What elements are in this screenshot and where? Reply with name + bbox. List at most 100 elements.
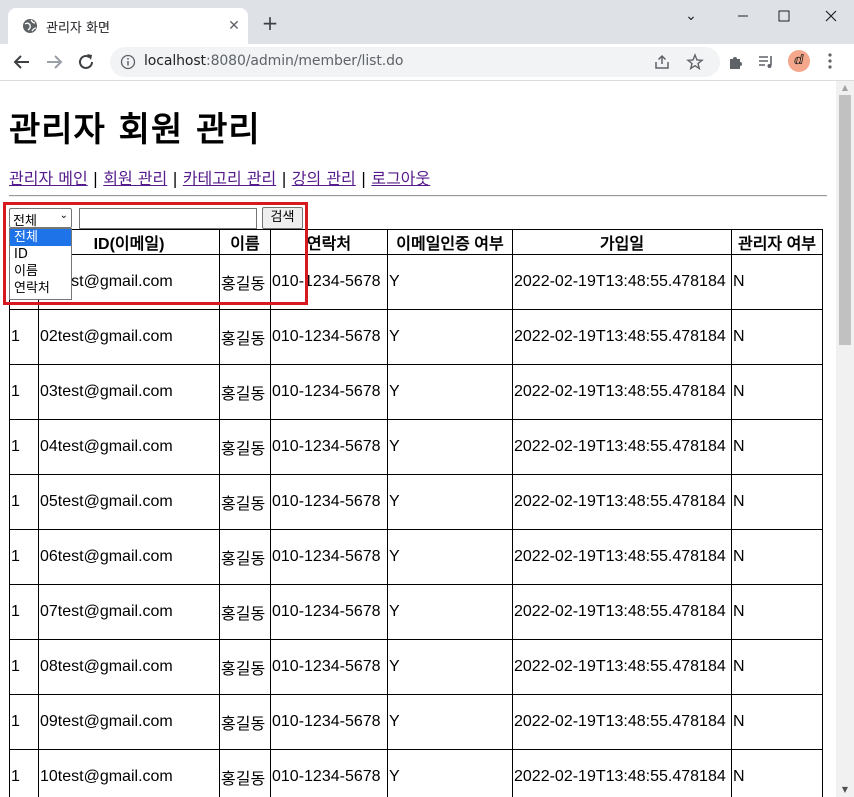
tab-search-icon[interactable]: ⌄ xyxy=(676,6,706,26)
column-header-join-date: 가입일 xyxy=(512,229,732,255)
scroll-up-arrow-icon[interactable]: ▲ xyxy=(836,81,854,95)
close-tab-icon[interactable]: ✕ xyxy=(226,18,242,34)
cell-email-verified: Y xyxy=(387,419,513,475)
divider xyxy=(9,195,827,197)
cell-join-date: 2022-02-19T13:48:55.478184 xyxy=(512,749,732,797)
cell-email-verified: Y xyxy=(387,694,513,750)
cell-email: 05test@gmail.com xyxy=(38,474,220,530)
bookmark-star-icon[interactable] xyxy=(686,53,704,71)
tab-title: 관리자 화면 xyxy=(46,21,110,36)
scrollbar-thumb[interactable] xyxy=(839,95,851,345)
cell-email-verified: Y xyxy=(387,749,513,797)
cell-no: 1 xyxy=(9,639,39,695)
table-row: 01test@gmail.com 홍길동 010-1234-5678 Y 2022-02… xyxy=(9,254,823,310)
cell-no: 1 xyxy=(9,694,39,750)
cell-email: 10test@gmail.com xyxy=(38,749,220,797)
info-icon[interactable] xyxy=(120,54,136,70)
cell-join-date: 2022-02-19T13:48:55.478184 xyxy=(512,529,732,585)
search-input[interactable] xyxy=(79,208,257,229)
cell-join-date: 2022-02-19T13:48:55.478184 xyxy=(512,694,732,750)
table-row: 1 06test@gmail.com 홍길동 010-1234-5678 Y 2022-0… xyxy=(9,529,823,585)
column-header-admin: 관리자 여부 xyxy=(731,229,823,255)
cell-admin: N xyxy=(731,584,823,640)
cell-phone: 010-1234-5678 xyxy=(270,474,388,530)
search-type-value: 전체 xyxy=(13,214,37,229)
nav-link-admin-main[interactable]: 관리자 메인 xyxy=(9,169,88,188)
globe-icon xyxy=(23,19,37,33)
nav-link-member-management[interactable]: 회원 관리 xyxy=(103,169,167,188)
cell-email: 04test@gmail.com xyxy=(38,419,220,475)
address-bar[interactable]: localhost:8080/admin/member/list.do xyxy=(110,47,720,77)
cell-admin: N xyxy=(731,419,823,475)
page-title: 관리자 회원 관리 xyxy=(9,110,261,150)
table-row: 1 07test@gmail.com 홍길동 010-1234-5678 Y 2022-0… xyxy=(9,584,823,640)
share-icon[interactable] xyxy=(653,53,671,71)
cell-email-verified: Y xyxy=(387,584,513,640)
search-button[interactable]: 검색 xyxy=(262,207,303,229)
close-window-icon[interactable] xyxy=(816,8,846,24)
table-row: 1 09test@gmail.com 홍길동 010-1234-5678 Y 2022-0… xyxy=(9,694,823,750)
dropdown-option-all[interactable]: 전체 xyxy=(10,229,71,246)
admin-nav: 관리자 메인 | 회원 관리 | 카테고리 관리 | 강의 관리 | 로그아웃 xyxy=(9,165,430,189)
cell-email: 07test@gmail.com xyxy=(38,584,220,640)
kebab-menu-icon[interactable] xyxy=(822,50,838,72)
nav-link-logout[interactable]: 로그아웃 xyxy=(371,169,430,188)
cell-admin: N xyxy=(731,639,823,695)
search-type-select[interactable]: 전체 ⌄ xyxy=(9,208,72,229)
cell-phone: 010-1234-5678 xyxy=(270,419,388,475)
dropdown-option-phone[interactable]: 연락처 xyxy=(10,280,71,297)
back-arrow-icon[interactable] xyxy=(10,50,34,74)
browser-titlebar: 관리자 화면 ✕ + ⌄ xyxy=(0,0,854,44)
cell-email: 08test@gmail.com xyxy=(38,639,220,695)
dropdown-option-id[interactable]: ID xyxy=(10,246,71,263)
cell-email-verified: Y xyxy=(387,309,513,365)
cell-name: 홍길동 xyxy=(219,474,271,530)
dropdown-option-name[interactable]: 이름 xyxy=(10,263,71,280)
cell-name: 홍길동 xyxy=(219,419,271,475)
table-row: 1 05test@gmail.com 홍길동 010-1234-5678 Y 2022-0… xyxy=(9,474,823,530)
cell-name: 홍길동 xyxy=(219,309,271,365)
table-row: 1 10test@gmail.com 홍길동 010-1234-5678 Y 2022-0… xyxy=(9,749,823,797)
cell-phone: 010-1234-5678 xyxy=(270,749,388,797)
nav-link-course-management[interactable]: 강의 관리 xyxy=(292,169,356,188)
column-header-phone: 연락처 xyxy=(270,229,388,255)
cell-name: 홍길동 xyxy=(219,584,271,640)
nav-separator: | xyxy=(281,169,287,188)
extensions-puzzle-icon[interactable] xyxy=(727,53,745,71)
cell-admin: N xyxy=(731,364,823,420)
cell-join-date: 2022-02-19T13:48:55.478184 xyxy=(512,474,732,530)
minimize-icon[interactable] xyxy=(728,8,758,24)
url-text: localhost:8080/admin/member/list.do xyxy=(144,53,404,69)
cell-no: 1 xyxy=(9,529,39,585)
cell-admin: N xyxy=(731,309,823,365)
maximize-icon[interactable] xyxy=(769,8,799,24)
cell-email-verified: Y xyxy=(387,364,513,420)
cell-no: 1 xyxy=(9,364,39,420)
column-header-name: 이름 xyxy=(219,229,271,255)
table-row: 1 04test@gmail.com 홍길동 010-1234-5678 Y 2022-0… xyxy=(9,419,823,475)
cell-email-verified: Y xyxy=(387,529,513,585)
profile-avatar[interactable]: ⅆ xyxy=(788,50,810,72)
cell-admin: N xyxy=(731,694,823,750)
scroll-down-arrow-icon[interactable]: ▼ xyxy=(836,783,854,797)
table-row: 1 02test@gmail.com 홍길동 010-1234-5678 Y 2022-0… xyxy=(9,309,823,365)
cell-no: 1 xyxy=(9,584,39,640)
chevron-down-icon: ⌄ xyxy=(59,210,68,221)
browser-tab[interactable]: 관리자 화면 ✕ xyxy=(8,8,248,44)
cell-join-date: 2022-02-19T13:48:55.478184 xyxy=(512,254,732,310)
nav-separator: | xyxy=(172,169,178,188)
cell-name: 홍길동 xyxy=(219,254,271,310)
nav-link-category-management[interactable]: 카테고리 관리 xyxy=(183,169,276,188)
cell-email-verified: Y xyxy=(387,639,513,695)
forward-arrow-icon[interactable] xyxy=(42,50,66,74)
cell-email-verified: Y xyxy=(387,474,513,530)
table-header-row: ID(이메일) 이름 연락처 이메일인증 여부 가입일 관리자 여부 xyxy=(9,229,823,255)
cell-no: 1 xyxy=(9,309,39,365)
vertical-scrollbar[interactable]: ▲ ▼ xyxy=(836,81,854,797)
new-tab-button[interactable]: + xyxy=(260,13,280,33)
cell-email-verified: Y xyxy=(387,254,513,310)
cell-no: 1 xyxy=(9,419,39,475)
cell-name: 홍길동 xyxy=(219,529,271,585)
media-controls-icon[interactable] xyxy=(757,53,775,71)
reload-icon[interactable] xyxy=(74,50,98,74)
